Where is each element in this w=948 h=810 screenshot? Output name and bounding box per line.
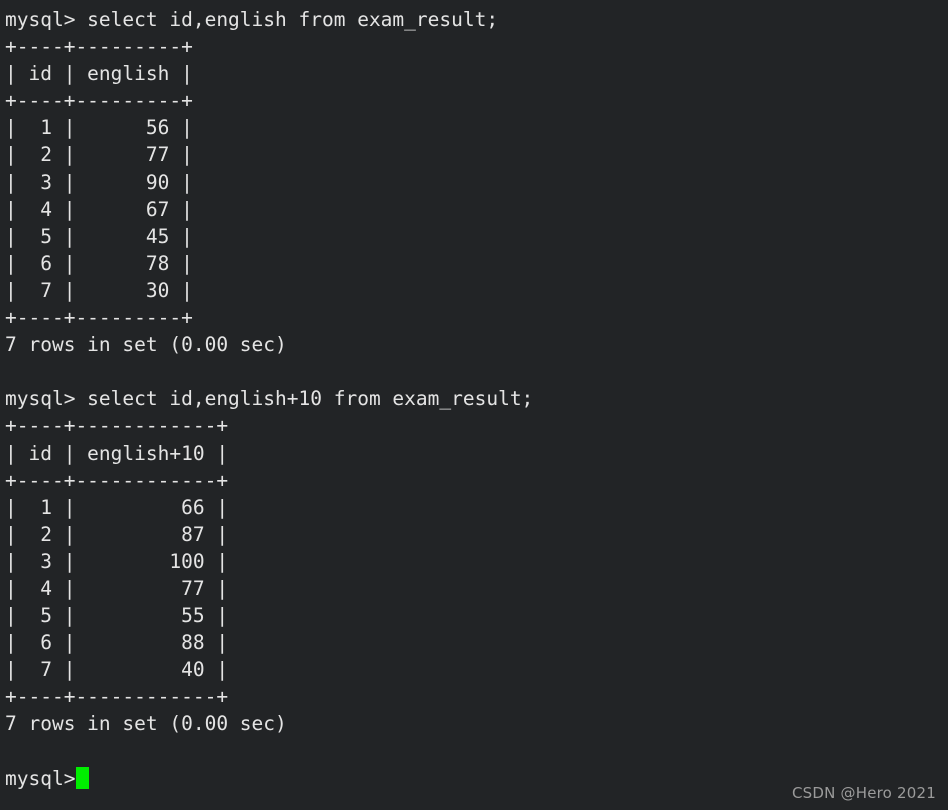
result-status-2: 7 rows in set (0.00 sec)	[5, 712, 287, 736]
table-header-separator-1: +----+---------+	[5, 89, 193, 113]
table-row: | 3 | 100 |	[5, 549, 229, 573]
table-row: | 7 | 40 |	[5, 658, 229, 682]
table-row: | 6 | 78 |	[5, 251, 193, 275]
table-row: | 2 | 77 |	[5, 143, 193, 167]
table-header-separator-2: +----+------------+	[5, 468, 229, 492]
terminal-window[interactable]: mysql> select id,english from exam_resul…	[0, 0, 948, 810]
table-row: | 3 | 90 |	[5, 170, 193, 194]
command-line-2: mysql> select id,english+10 from exam_re…	[5, 387, 534, 411]
table-bottom-border-1: +----+---------+	[5, 306, 193, 330]
table-row: | 2 | 87 |	[5, 522, 229, 546]
table-bottom-border-2: +----+------------+	[5, 685, 229, 709]
table-row: | 1 | 56 |	[5, 116, 193, 140]
table-header-row-2: | id | english+10 |	[5, 441, 229, 465]
table-row: | 1 | 66 |	[5, 495, 229, 519]
result-status-1: 7 rows in set (0.00 sec)	[5, 333, 287, 357]
table-row: | 6 | 88 |	[5, 631, 229, 655]
table-row: | 4 | 67 |	[5, 197, 193, 221]
table-row: | 5 | 45 |	[5, 224, 193, 248]
command-line-1: mysql> select id,english from exam_resul…	[5, 8, 499, 31]
table-row: | 5 | 55 |	[5, 604, 229, 628]
text-cursor	[76, 767, 90, 790]
table-header-row-1: | id | english |	[5, 62, 193, 86]
watermark-text: CSDN @Hero 2021	[792, 784, 936, 802]
prompt-label: mysql>	[5, 766, 76, 790]
table-row: | 4 | 77 |	[5, 576, 229, 600]
table-top-border-1: +----+---------+	[5, 35, 193, 59]
table-row: | 7 | 30 |	[5, 278, 193, 302]
table-top-border-2: +----+------------+	[5, 414, 229, 438]
